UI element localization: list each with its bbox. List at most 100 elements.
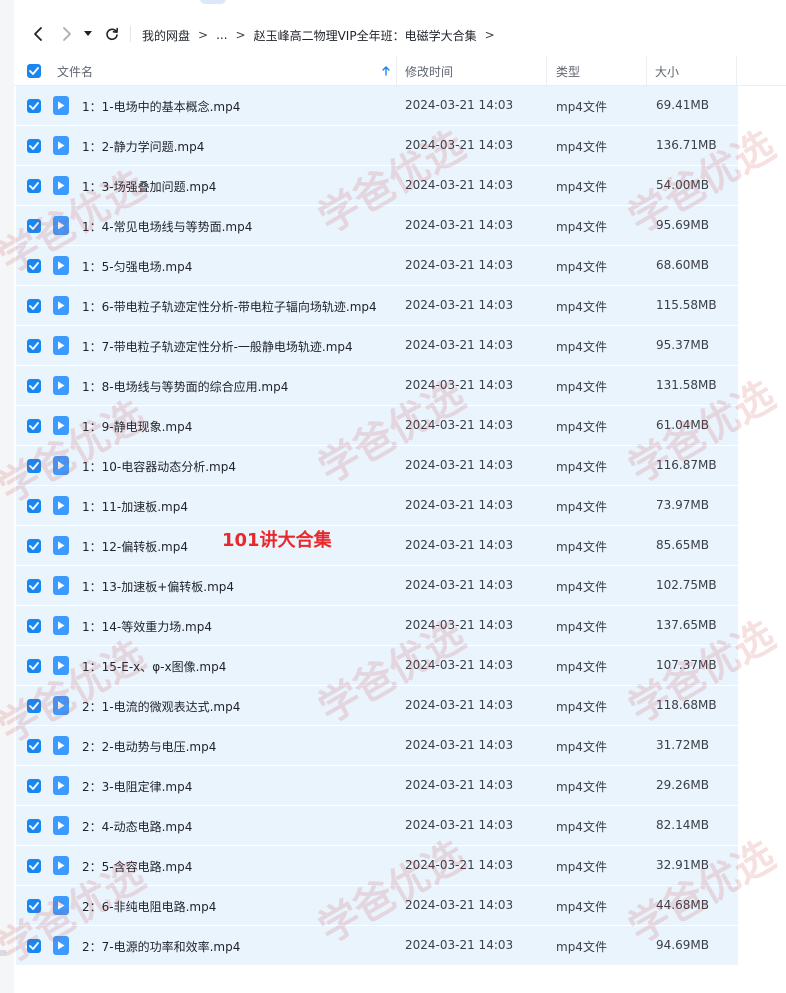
table-row[interactable]: 1：2-静力学问题.mp4 2024-03-21 14:03 mp4文件 136.71… <box>16 126 738 166</box>
refresh-icon <box>106 27 118 41</box>
table-row[interactable]: 2：5-含容电路.mp4 2024-03-21 14:03 mp4文件 32.91MB <box>16 846 738 886</box>
file-type: mp4文件 <box>556 820 607 834</box>
breadcrumb-current-folder[interactable]: 赵玉峰高二物理VIP全年班：电磁学大合集 <box>254 27 477 44</box>
table-row[interactable]: 1：10-电容器动态分析.mp4 2024-03-21 14:03 mp4文件 116… <box>16 446 738 486</box>
row-checkbox[interactable] <box>27 299 41 313</box>
row-checkbox[interactable] <box>27 419 41 433</box>
checkbox-checked-icon <box>27 379 41 393</box>
table-row[interactable]: 1：12-偏转板.mp4 2024-03-21 14:03 mp4文件 85.65MB <box>16 526 738 566</box>
breadcrumb-ellipsis[interactable]: ... <box>216 28 227 42</box>
table-row[interactable]: 1：1-电场中的基本概念.mp4 2024-03-21 14:03 mp4文件 69.… <box>16 86 738 126</box>
row-checkbox[interactable] <box>27 379 41 393</box>
select-all-checkbox[interactable] <box>27 56 41 86</box>
file-type: mp4文件 <box>556 500 607 514</box>
file-name[interactable]: 1：1-电场中的基本概念.mp4 <box>82 98 240 115</box>
row-checkbox[interactable] <box>27 339 41 353</box>
row-checkbox[interactable] <box>27 579 41 593</box>
row-checkbox[interactable] <box>27 699 41 713</box>
file-name[interactable]: 1：13-加速板+偏转板.mp4 <box>82 578 234 595</box>
row-checkbox[interactable] <box>27 939 41 953</box>
row-checkbox[interactable] <box>27 739 41 753</box>
table-row[interactable]: 1：6-带电粒子轨迹定性分析-带电粒子辐向场轨迹.mp4 2024-03-21 1… <box>16 286 738 326</box>
file-name[interactable]: 1：4-常见电场线与等势面.mp4 <box>82 218 252 235</box>
breadcrumb-root[interactable]: 我的网盘 <box>142 27 190 44</box>
file-name[interactable]: 2：6-非纯电阻电路.mp4 <box>82 898 216 915</box>
file-name[interactable]: 1：7-带电粒子轨迹定性分析-一般静电场轨迹.mp4 <box>82 338 353 355</box>
row-checkbox[interactable] <box>27 619 41 633</box>
table-row[interactable]: 2：1-电流的微观表达式.mp4 2024-03-21 14:03 mp4文件 118… <box>16 686 738 726</box>
column-header-type[interactable]: 类型 <box>556 56 580 86</box>
table-row[interactable]: 1：14-等效重力场.mp4 2024-03-21 14:03 mp4文件 137.6… <box>16 606 738 646</box>
file-name[interactable]: 1：11-加速板.mp4 <box>82 498 188 515</box>
video-file-icon <box>53 936 69 955</box>
checkbox-checked-icon <box>27 179 41 193</box>
file-name[interactable]: 1：8-电场线与等势面的综合应用.mp4 <box>82 378 288 395</box>
row-checkbox[interactable] <box>27 499 41 513</box>
file-name[interactable]: 1：12-偏转板.mp4 <box>82 538 188 555</box>
file-name[interactable]: 2：1-电流的微观表达式.mp4 <box>82 698 240 715</box>
row-checkbox[interactable] <box>27 539 41 553</box>
checkbox-checked-icon <box>27 499 41 513</box>
file-name[interactable]: 1：2-静力学问题.mp4 <box>82 138 204 155</box>
sort-arrow-icon[interactable] <box>382 56 390 86</box>
refresh-button[interactable] <box>100 22 124 46</box>
table-row[interactable]: 2：6-非纯电阻电路.mp4 2024-03-21 14:03 mp4文件 44.68… <box>16 886 738 926</box>
row-checkbox[interactable] <box>27 179 41 193</box>
table-row[interactable]: 1：4-常见电场线与等势面.mp4 2024-03-21 14:03 mp4文件 95… <box>16 206 738 246</box>
table-row[interactable]: 1：9-静电现象.mp4 2024-03-21 14:03 mp4文件 61.04MB <box>16 406 738 446</box>
toolbar: 我的网盘 > ... > 赵玉峰高二物理VIP全年班：电磁学大合集 > <box>14 0 786 56</box>
file-modified-time: 2024-03-21 14:03 <box>405 378 514 392</box>
row-checkbox[interactable] <box>27 659 41 673</box>
table-row[interactable]: 1：5-匀强电场.mp4 2024-03-21 14:03 mp4文件 68.60MB <box>16 246 738 286</box>
row-checkbox[interactable] <box>27 819 41 833</box>
file-name[interactable]: 2：2-电动势与电压.mp4 <box>82 738 216 755</box>
file-name[interactable]: 1：3-场强叠加问题.mp4 <box>82 178 216 195</box>
column-header-name[interactable]: 文件名 <box>57 56 93 86</box>
file-name[interactable]: 2：7-电源的功率和效率.mp4 <box>82 938 240 955</box>
video-file-icon <box>53 896 69 915</box>
table-row[interactable]: 1：11-加速板.mp4 2024-03-21 14:03 mp4文件 73.97MB <box>16 486 738 526</box>
file-name[interactable]: 1：9-静电现象.mp4 <box>82 418 192 435</box>
table-row[interactable]: 2：7-电源的功率和效率.mp4 2024-03-21 14:03 mp4文件 94.… <box>16 926 738 966</box>
table-row[interactable]: 1：15-E-x、φ-x图像.mp4 2024-03-21 14:03 mp4文件 1… <box>16 646 738 686</box>
table-row[interactable]: 2：4-动态电路.mp4 2024-03-21 14:03 mp4文件 82.14MB <box>16 806 738 846</box>
video-file-icon <box>53 256 69 275</box>
row-checkbox[interactable] <box>27 459 41 473</box>
file-modified-time: 2024-03-21 14:03 <box>405 538 514 552</box>
top-scroll-hint <box>200 0 226 4</box>
row-checkbox[interactable] <box>27 139 41 153</box>
file-name[interactable]: 1：14-等效重力场.mp4 <box>82 618 212 635</box>
file-name[interactable]: 1：5-匀强电场.mp4 <box>82 258 192 275</box>
file-name[interactable]: 2：3-电阻定律.mp4 <box>82 778 192 795</box>
checkbox-checked-icon <box>27 299 41 313</box>
file-type: mp4文件 <box>556 180 607 194</box>
row-checkbox[interactable] <box>27 99 41 113</box>
file-name[interactable]: 1：6-带电粒子轨迹定性分析-带电粒子辐向场轨迹.mp4 <box>82 298 377 315</box>
video-file-icon <box>53 96 69 115</box>
row-checkbox[interactable] <box>27 859 41 873</box>
history-dropdown-button[interactable] <box>80 22 96 46</box>
file-name[interactable]: 1：10-电容器动态分析.mp4 <box>82 458 236 475</box>
table-row[interactable]: 2：2-电动势与电压.mp4 2024-03-21 14:03 mp4文件 31.72… <box>16 726 738 766</box>
table-row[interactable]: 1：13-加速板+偏转板.mp4 2024-03-21 14:03 mp4文件 102… <box>16 566 738 606</box>
table-row[interactable]: 2：3-电阻定律.mp4 2024-03-21 14:03 mp4文件 29.26MB <box>16 766 738 806</box>
row-checkbox[interactable] <box>27 779 41 793</box>
file-size: 137.65MB <box>656 618 717 632</box>
column-header-modified[interactable]: 修改时间 <box>405 56 453 86</box>
row-checkbox[interactable] <box>27 219 41 233</box>
file-name[interactable]: 1：15-E-x、φ-x图像.mp4 <box>82 658 226 675</box>
table-row[interactable]: 1：8-电场线与等势面的综合应用.mp4 2024-03-21 14:03 mp4文… <box>16 366 738 406</box>
breadcrumb-separator-icon: > <box>235 28 246 42</box>
checkbox-checked-icon <box>27 419 41 433</box>
row-checkbox[interactable] <box>27 259 41 273</box>
file-name[interactable]: 2：4-动态电路.mp4 <box>82 818 192 835</box>
table-row[interactable]: 1：3-场强叠加问题.mp4 2024-03-21 14:03 mp4文件 54.00… <box>16 166 738 206</box>
file-name[interactable]: 2：5-含容电路.mp4 <box>82 858 192 875</box>
back-button[interactable] <box>26 22 50 46</box>
table-row[interactable]: 1：7-带电粒子轨迹定性分析-一般静电场轨迹.mp4 2024-03-21 14:… <box>16 326 738 366</box>
file-modified-time: 2024-03-21 14:03 <box>405 298 514 312</box>
forward-button[interactable] <box>55 22 79 46</box>
column-header-size[interactable]: 大小 <box>655 56 679 86</box>
row-checkbox[interactable] <box>27 899 41 913</box>
file-size: 82.14MB <box>656 818 709 832</box>
